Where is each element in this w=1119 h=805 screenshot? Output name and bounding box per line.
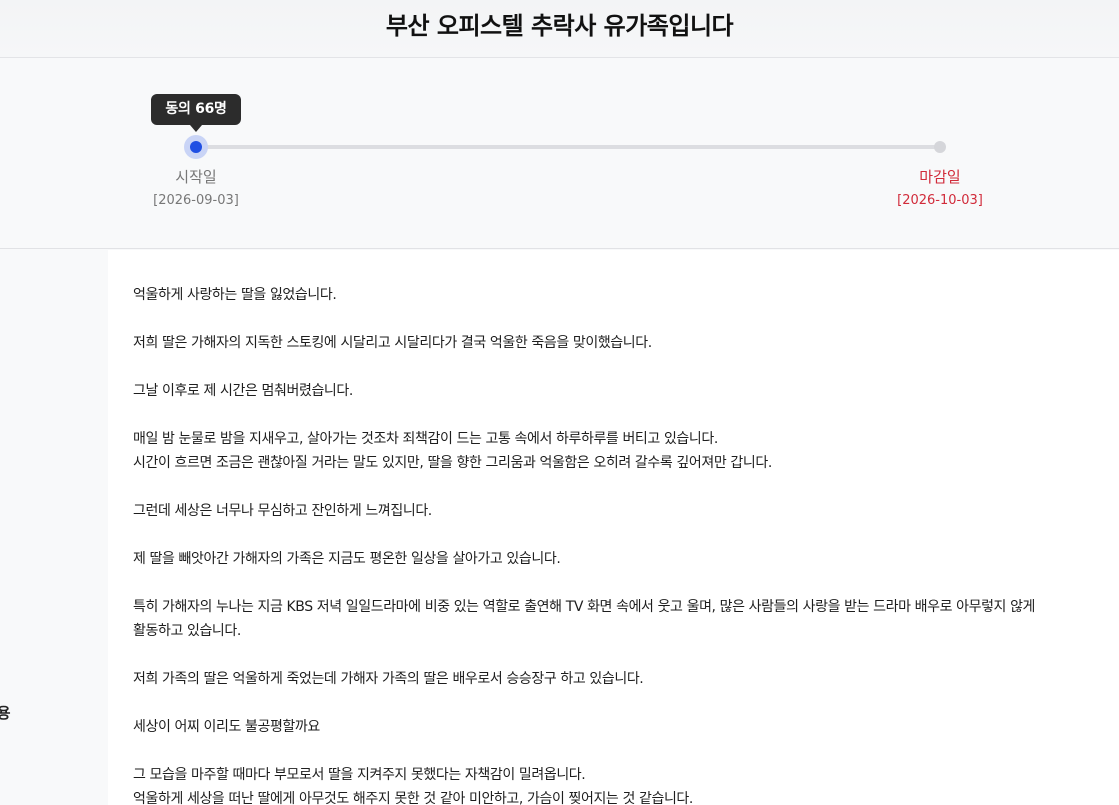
start-date-block: 시작일 [2026-09-03]	[126, 167, 266, 211]
petition-timeline: 동의 66명 시작일 [2026-09-03] 마감일 [2026-10-03]	[0, 59, 1119, 249]
body-text-line: 제 딸을 빼앗아간 가해자의 가족은 지금도 평온한 일상을 살아가고 있습니다…	[133, 551, 561, 567]
body-paragraph: 그 모습을 마주할 때마다 부모로서 딸을 지켜주지 못했다는 자책감이 밀려옵…	[133, 763, 1119, 805]
body-paragraph: 매일 밤 눈물로 밤을 지새우고, 살아가는 것조차 죄책감이 드는 고통 속에…	[133, 427, 1119, 475]
body-text-line: 억울하게 세상을 떠난 딸에게 아무것도 해주지 못한 것 같아 미안하고, 가…	[133, 791, 693, 805]
timeline-end-marker	[934, 141, 946, 153]
timeline-start-marker	[184, 135, 208, 159]
petition-body: 억울하게 사랑하는 딸을 잃었습니다. 저희 딸은 가해자의 지독한 스토킹에 시…	[133, 283, 1119, 805]
body-text-line: 세상이 어찌 이리도 불공평할까요	[133, 719, 320, 735]
petition-content: 억울하게 사랑하는 딸을 잃었습니다. 저희 딸은 가해자의 지독한 스토킹에 시…	[108, 250, 1119, 805]
body-text-line: 억울하게 사랑하는 딸을 잃었습니다.	[133, 287, 337, 303]
body-paragraph: 저희 가족의 딸은 억울하게 죽었는데 가해자 가족의 딸은 배우로서 승승장구…	[133, 667, 1119, 691]
body-text-line: 활동하고 있습니다.	[133, 623, 241, 639]
page-header: 부산 오피스텔 추락사 유가족입니다	[0, 0, 1119, 58]
body-text-line: 그날 이후로 제 시간은 멈춰버렸습니다.	[133, 383, 353, 399]
start-date: [2026-09-03]	[153, 193, 239, 208]
body-paragraph: 세상이 어찌 이리도 불공평할까요	[133, 715, 1119, 739]
body-paragraph: 억울하게 사랑하는 딸을 잃었습니다.	[133, 283, 1119, 307]
agree-count-tooltip: 동의 66명	[151, 94, 241, 132]
petition-page: 부산 오피스텔 추락사 유가족입니다 동의 66명 시작일 [2026-09-0…	[0, 0, 1119, 805]
left-label-column: 내용	[0, 250, 108, 805]
body-text-line: 시간이 흐르면 조금은 괜찮아질 거라는 말도 있지만, 딸을 향한 그리움과 …	[133, 455, 772, 471]
start-label: 시작일	[175, 168, 217, 186]
body-text-line: 매일 밤 눈물로 밤을 지새우고, 살아가는 것조차 죄책감이 드는 고통 속에…	[133, 431, 718, 447]
body-text-line: 특히 가해자의 누나는 지금 KBS 저녁 일일드라마에 비중 있는 역할로 출…	[133, 599, 1036, 615]
body-paragraph: 그런데 세상은 너무나 무심하고 잔인하게 느껴집니다.	[133, 499, 1119, 523]
body-paragraph: 특히 가해자의 누나는 지금 KBS 저녁 일일드라마에 비중 있는 역할로 출…	[133, 595, 1119, 643]
body-text-line: 저희 딸은 가해자의 지독한 스토킹에 시달리고 시달리다가 결국 억울한 죽음…	[133, 335, 652, 351]
body-paragraph: 저희 딸은 가해자의 지독한 스토킹에 시달리고 시달리다가 결국 억울한 죽음…	[133, 331, 1119, 355]
timeline-track	[196, 145, 940, 149]
body-text-line: 그 모습을 마주할 때마다 부모로서 딸을 지켜주지 못했다는 자책감이 밀려옵…	[133, 767, 586, 783]
page-title: 부산 오피스텔 추락사 유가족입니다	[385, 12, 734, 40]
body-paragraph: 그날 이후로 제 시간은 멈춰버렸습니다.	[133, 379, 1119, 403]
end-date: [2026-10-03]	[897, 193, 983, 208]
content-section-label: 내용	[0, 704, 11, 722]
end-label: 마감일	[919, 168, 961, 186]
body-text-line: 그런데 세상은 너무나 무심하고 잔인하게 느껴집니다.	[133, 503, 432, 519]
body-paragraph: 제 딸을 빼앗아간 가해자의 가족은 지금도 평온한 일상을 살아가고 있습니다…	[133, 547, 1119, 571]
end-date-block: 마감일 [2026-10-03]	[870, 167, 1010, 211]
body-text-line: 저희 가족의 딸은 억울하게 죽었는데 가해자 가족의 딸은 배우로서 승승장구…	[133, 671, 644, 687]
